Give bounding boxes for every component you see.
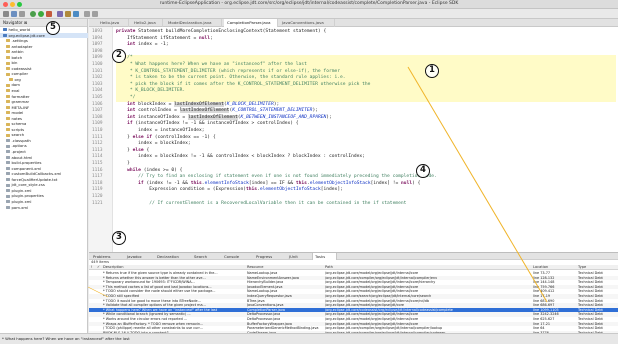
callout-5: 5 [46,21,60,35]
annotation-arrow [87,66,548,303]
callout-4: 4 [416,164,430,178]
link-line-left [87,286,109,298]
callout-1: 1 [425,64,439,78]
callout-2: 2 [112,49,126,63]
link-line [407,66,548,303]
callout-3: 3 [112,231,126,245]
eclipse-window: runtime-EclipseApplication - org.eclipse… [0,0,618,344]
